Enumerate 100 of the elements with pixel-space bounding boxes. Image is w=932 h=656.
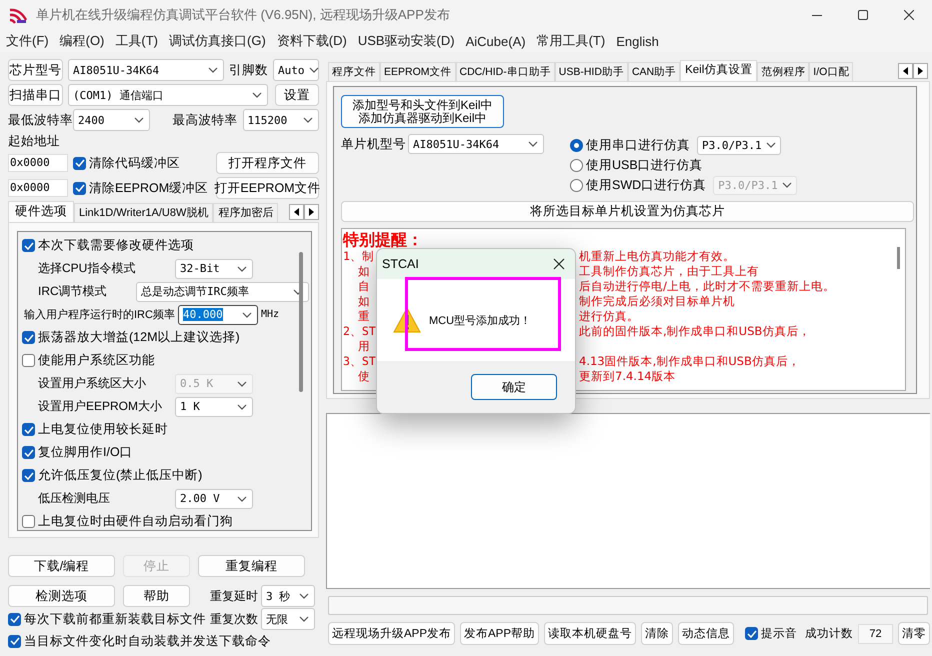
notice-text: 自: [357, 279, 371, 294]
field-label: 重复次数: [210, 610, 258, 628]
set-emulator-button[interactable]: 将所选目标单片机设置为仿真芯片: [341, 201, 914, 222]
chevron-icon: [237, 266, 247, 272]
button[interactable]: 打开程序文件: [216, 152, 319, 174]
add-to-keil-button[interactable]: 添加型号和头文件到Keil中 添加仿真器驱动到Keil中: [341, 95, 504, 128]
chevron-icon: [782, 182, 792, 188]
button[interactable]: 清零: [898, 622, 930, 645]
window-title: 单片机在线升级编程仿真调试平台软件 (V6.95N), 远程现场升级APP发布: [36, 6, 451, 24]
button[interactable]: 帮助: [123, 585, 190, 607]
tab[interactable]: EEPROM文件: [380, 62, 456, 81]
chevron-icon: [208, 67, 218, 73]
dropdown[interactable]: P3.0/P3.1: [697, 136, 781, 154]
radio-button[interactable]: [570, 138, 583, 152]
dropdown[interactable]: AI8051U-34K64: [408, 134, 544, 154]
field-label: 引脚数: [229, 62, 268, 78]
checkbox-label: 提示音: [761, 626, 798, 641]
button[interactable]: 扫描串口: [8, 84, 63, 106]
address-field[interactable]: 0x0000: [8, 154, 68, 172]
tab[interactable]: 硬件选项: [8, 201, 74, 222]
tab[interactable]: USB-HID助手: [554, 62, 628, 81]
tab[interactable]: CDC/HID-串口助手: [456, 62, 555, 81]
button[interactable]: 远程现场升级APP发布: [328, 622, 456, 645]
checkbox[interactable]: [22, 423, 35, 436]
menu-item[interactable]: 常用工具(T): [532, 32, 610, 50]
menu-item[interactable]: 文件(F): [1, 32, 54, 50]
checkbox[interactable]: [22, 469, 35, 482]
dropdown[interactable]: 无限: [261, 608, 315, 630]
button[interactable]: 检测选项: [8, 585, 115, 607]
scroll-left-button[interactable]: [898, 63, 913, 79]
button[interactable]: 清除: [641, 622, 674, 645]
scroll-right-button[interactable]: [913, 63, 928, 79]
menu-item[interactable]: USB驱动安装(D): [352, 32, 460, 50]
tab[interactable]: CAN助手: [628, 62, 680, 81]
notice-text: 工具制作仿真芯片，由于工具上有: [579, 264, 759, 279]
button[interactable]: 设置: [275, 84, 319, 106]
dropdown[interactable]: 115200: [242, 109, 319, 131]
field-label: 起始地址: [8, 134, 61, 149]
notice-text: 机重新上电仿真功能才有效。: [579, 249, 735, 264]
menu-item[interactable]: 资料下载(D): [272, 32, 352, 50]
dropdown[interactable]: 总是动态调节IRC频率: [136, 282, 309, 302]
maximize-icon: [858, 10, 868, 20]
button[interactable]: 芯片型号: [8, 59, 63, 81]
checkbox[interactable]: [22, 331, 35, 344]
dropdown[interactable]: 3 秒: [261, 585, 315, 607]
dropdown[interactable]: Auto: [273, 59, 319, 81]
checkbox-label: 清除代码缓冲区: [89, 154, 180, 172]
radio-button[interactable]: [570, 158, 583, 172]
tab[interactable]: Link1D/Writer1A/U8W脱机: [74, 203, 214, 222]
chevron-icon: [242, 312, 252, 318]
ok-button[interactable]: 确定: [471, 374, 557, 400]
notice-text: 如: [357, 294, 371, 309]
notice-text: 此前的固件版本,制作成串口和USB仿真后，: [579, 324, 810, 339]
notice-text: 制作完成后必须对目标单片机: [579, 294, 735, 309]
checkbox[interactable]: [22, 515, 35, 528]
checkbox[interactable]: [8, 612, 21, 626]
checkbox[interactable]: [745, 627, 758, 640]
dropdown[interactable]: 2400: [73, 109, 150, 131]
button[interactable]: 发布APP帮助: [460, 622, 540, 645]
button[interactable]: 读取本机硬盘号: [544, 622, 636, 645]
checkbox[interactable]: [22, 446, 35, 459]
tab[interactable]: I/O口配: [809, 62, 854, 81]
address-field[interactable]: 0x0000: [8, 179, 68, 197]
frequency-field[interactable]: 40.000: [178, 304, 258, 324]
button[interactable]: 重复编程: [198, 555, 305, 577]
menu-item[interactable]: English: [611, 34, 664, 48]
checkbox[interactable]: [22, 354, 35, 367]
dropdown[interactable]: 2.00 V: [175, 488, 253, 508]
option-label: 选择CPU指令模式: [38, 260, 136, 277]
tab[interactable]: 程序文件: [328, 62, 380, 81]
menu-item[interactable]: 调试仿真接口(G): [164, 32, 271, 50]
chevron-icon: [237, 496, 247, 502]
checkbox[interactable]: [22, 239, 35, 252]
chevron-icon: [303, 117, 313, 123]
checkbox-label: 每次下载前都重新装载目标文件: [24, 610, 206, 628]
tab[interactable]: Keil仿真设置: [680, 60, 758, 81]
button[interactable]: 动态信息: [678, 622, 734, 645]
scroll-right-button[interactable]: [304, 204, 319, 220]
chevron-icon: [252, 92, 262, 98]
tab[interactable]: 程序加密后: [213, 203, 278, 222]
radio-button[interactable]: [570, 178, 583, 192]
dropdown[interactable]: 1 K: [175, 396, 253, 416]
checkbox[interactable]: [73, 182, 86, 194]
button[interactable]: 打开EEPROM文件: [216, 177, 319, 199]
scrollbar-thumb[interactable]: [897, 247, 900, 269]
menu-item[interactable]: 编程(O): [54, 32, 110, 50]
scrollbar-thumb[interactable]: [299, 252, 303, 392]
checkbox[interactable]: [73, 156, 86, 170]
chevron-icon: [134, 117, 144, 123]
radio-label: 使用串口进行仿真: [586, 136, 690, 154]
checkbox[interactable]: [8, 634, 21, 648]
dropdown[interactable]: (COM1) 通信端口: [68, 84, 268, 106]
menu-item[interactable]: 工具(T): [110, 32, 163, 50]
button[interactable]: 下载/编程: [8, 555, 115, 577]
scroll-left-button[interactable]: [289, 204, 304, 220]
right-arrow-icon: [918, 67, 924, 75]
dropdown[interactable]: AI8051U-34K64: [68, 59, 224, 81]
tab[interactable]: 范例程序: [757, 62, 810, 81]
dropdown[interactable]: 32-Bit: [175, 258, 253, 278]
menu-item[interactable]: AiCube(A): [460, 34, 531, 48]
